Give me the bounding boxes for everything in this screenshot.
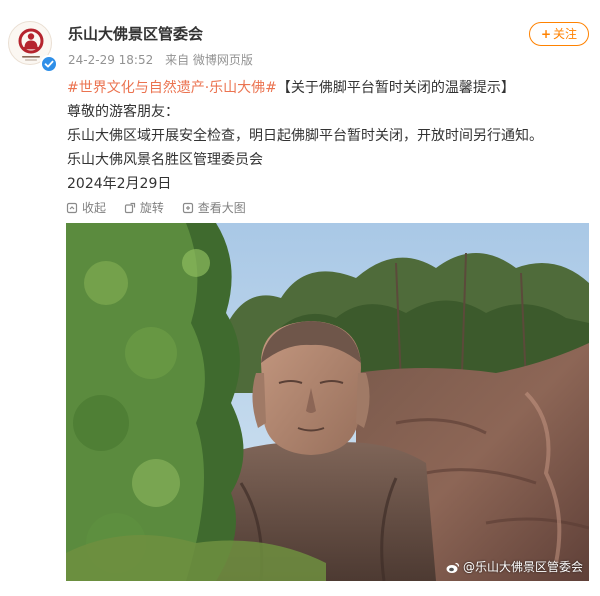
post-headline: 【关于佛脚平台暂时关闭的温馨提示】 [276,80,515,96]
topic-hashtag-link[interactable]: #世界文化与自然遗产·乐山大佛# [67,80,277,96]
post-timestamp[interactable]: 24-2-29 18:52 [68,53,153,67]
rotate-icon [124,202,135,214]
post-photo[interactable]: @乐山大佛景区管委会 [66,223,589,581]
post-meta: 24-2-29 18:52 来自 微博网页版 [68,51,261,68]
plus-icon: + [540,27,552,41]
verified-badge-icon [40,55,58,73]
post-body: 乐山大佛区域开展安全检查，明日起佛脚平台暂时关闭，开放时间另行通知。 [67,128,543,144]
image-toolbar: 收起 旋转 查看大图 [66,199,260,216]
post-headline-line: #世界文化与自然遗产·乐山大佛#【关于佛脚平台暂时关闭的温馨提示】 [67,76,587,100]
weibo-logo-icon [446,562,460,573]
photo-watermark: @乐山大佛景区管委会 [446,558,583,575]
leshan-giant-buddha-photo [66,223,589,581]
post-date: 2024年2月29日 [67,176,172,192]
follow-button[interactable]: + 关注 [529,22,589,46]
collapse-image-button[interactable]: 收起 [66,199,106,216]
account-name[interactable]: 乐山大佛景区管委会 [68,23,203,44]
post-text: #世界文化与自然遗产·乐山大佛#【关于佛脚平台暂时关闭的温馨提示】 尊敬的游客朋… [67,76,587,196]
follow-label: 关注 [553,27,578,41]
post-signature: 乐山大佛风景名胜区管理委员会 [67,152,263,168]
rotate-label: 旋转 [139,201,164,215]
zoom-icon [182,202,193,214]
watermark-text: @乐山大佛景区管委会 [462,560,583,574]
weibo-post-card: 乐山大佛景区管委会 24-2-29 18:52 来自 微博网页版 + 关注 #世界… [0,0,600,596]
post-greeting: 尊敬的游客朋友： [67,104,179,120]
collapse-icon [66,202,78,214]
view-large-label: 查看大图 [197,201,246,215]
collapse-label: 收起 [82,201,107,215]
post-source: 来自 微博网页版 [165,53,253,67]
rotate-image-button[interactable]: 旋转 [124,199,164,216]
view-large-image-button[interactable]: 查看大图 [182,199,246,216]
